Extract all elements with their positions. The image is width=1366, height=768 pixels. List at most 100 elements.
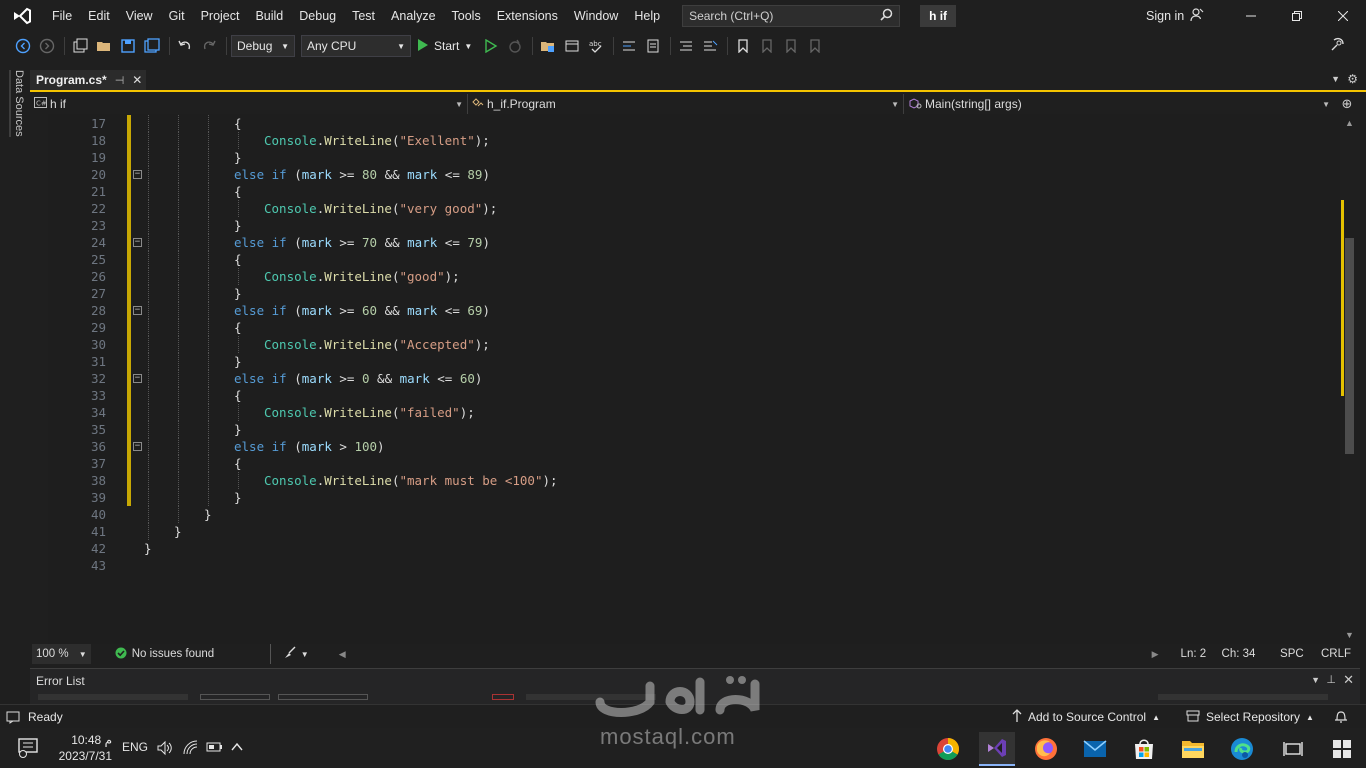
code-cleanup-button[interactable]: ▼ xyxy=(283,644,309,664)
data-sources-tab[interactable]: Data Sources xyxy=(9,70,25,137)
column-indicator[interactable]: Ch: 34 xyxy=(1222,644,1281,664)
panel-close-icon[interactable]: ✕ xyxy=(1343,672,1354,688)
previous-bookmark-icon[interactable] xyxy=(756,35,778,57)
panel-pin-icon[interactable]: ⊥ xyxy=(1326,673,1336,686)
solution-name-badge[interactable]: h if xyxy=(920,5,957,27)
new-project-icon[interactable] xyxy=(69,35,91,57)
menu-debug[interactable]: Debug xyxy=(291,0,344,32)
code-line[interactable]: 23} xyxy=(30,217,1340,234)
mail-app-icon[interactable] xyxy=(1077,732,1113,766)
code-line[interactable]: 26 Console.WriteLine("good"); xyxy=(30,268,1340,285)
start-without-debugging-icon[interactable] xyxy=(480,35,502,57)
window-layout-icon[interactable] xyxy=(561,35,583,57)
menu-edit[interactable]: Edit xyxy=(80,0,118,32)
messages-filter-button[interactable] xyxy=(492,694,514,700)
notifications-bell-icon[interactable] xyxy=(1334,710,1348,727)
whitespace-indicator[interactable]: SPC xyxy=(1280,644,1321,664)
code-line[interactable]: 38 Console.WriteLine("mark must be <100")… xyxy=(30,472,1340,489)
line-ending-indicator[interactable]: CRLF xyxy=(1321,644,1360,664)
build-intellisense-filter[interactable] xyxy=(526,694,656,700)
code-line[interactable]: 17 { xyxy=(30,115,1340,132)
next-bookmark-icon[interactable] xyxy=(780,35,802,57)
code-line[interactable]: 41} xyxy=(30,523,1340,540)
code-line[interactable]: 20− else if (mark >= 80 && mark <= 89) xyxy=(30,166,1340,183)
menu-tools[interactable]: Tools xyxy=(444,0,489,32)
code-line[interactable]: 30 Console.WriteLine("Accepted"); xyxy=(30,336,1340,353)
bookmark-icon[interactable] xyxy=(732,35,754,57)
code-line[interactable]: 35} xyxy=(30,421,1340,438)
solution-explorer-icon[interactable] xyxy=(537,35,559,57)
code-line[interactable]: 28− else if (mark >= 60 && mark <= 69) xyxy=(30,302,1340,319)
close-tab-icon[interactable]: ✕ xyxy=(132,73,142,87)
step-into-icon[interactable] xyxy=(618,35,640,57)
platform-select[interactable]: Any CPU ▼ xyxy=(301,35,411,57)
live-share-icon[interactable] xyxy=(1330,36,1346,55)
code-line[interactable]: 18 Console.WriteLine("Exellent"); xyxy=(30,132,1340,149)
visual-studio-logo-icon[interactable] xyxy=(0,0,44,32)
battery-icon[interactable] xyxy=(206,741,224,756)
code-line[interactable]: 43 xyxy=(30,557,1340,574)
code-line[interactable]: 37 { xyxy=(30,455,1340,472)
spell-check-icon[interactable]: abc xyxy=(585,35,607,57)
code-editor[interactable]: 17{18 Console.WriteLine("Exellent"); 19} 20… xyxy=(30,114,1340,644)
code-line[interactable]: 29 { xyxy=(30,319,1340,336)
configuration-select[interactable]: Debug ▼ xyxy=(231,35,295,57)
start-debugging-button[interactable]: Start ▼ xyxy=(417,38,472,55)
open-file-icon[interactable] xyxy=(93,35,115,57)
menu-window[interactable]: Window xyxy=(566,0,626,32)
panel-menu-dropdown-icon[interactable]: ▼ xyxy=(1311,675,1320,685)
menu-build[interactable]: Build xyxy=(247,0,291,32)
code-line[interactable]: 21 { xyxy=(30,183,1340,200)
search-error-list-input[interactable] xyxy=(1158,694,1328,700)
code-line[interactable]: 19} xyxy=(30,149,1340,166)
line-number-indicator[interactable]: Ln: 2 xyxy=(1181,644,1222,664)
code-line[interactable]: 39} xyxy=(30,489,1340,506)
navigate-forward-icon[interactable] xyxy=(36,35,58,57)
menu-git[interactable]: Git xyxy=(161,0,193,32)
pin-icon[interactable]: ⊣ xyxy=(115,74,125,87)
hot-reload-icon[interactable] xyxy=(504,35,526,57)
uncomment-lines-icon[interactable] xyxy=(699,35,721,57)
menu-extensions[interactable]: Extensions xyxy=(489,0,566,32)
split-window-icon[interactable]: ⊕ xyxy=(1334,94,1360,114)
code-line[interactable]: 32− else if (mark >= 0 && mark <= 60) xyxy=(30,370,1340,387)
search-input[interactable]: Search (Ctrl+Q) xyxy=(682,5,901,27)
comment-lines-icon[interactable] xyxy=(675,35,697,57)
network-icon[interactable] xyxy=(183,740,199,759)
menu-help[interactable]: Help xyxy=(626,0,668,32)
code-line[interactable]: 42} xyxy=(30,540,1340,557)
edge-app-icon[interactable] xyxy=(1224,732,1260,766)
error-list-title[interactable]: Error List xyxy=(36,674,85,688)
code-line[interactable]: 27} xyxy=(30,285,1340,302)
code-line[interactable]: 31} xyxy=(30,353,1340,370)
notifications-center-icon[interactable] xyxy=(18,738,40,761)
tab-program-cs[interactable]: Program.cs* ⊣ ✕ xyxy=(30,70,146,90)
close-window-button[interactable] xyxy=(1320,0,1366,32)
collapse-region-icon[interactable]: − xyxy=(133,306,142,315)
code-line[interactable]: 34 Console.WriteLine("failed"); xyxy=(30,404,1340,421)
code-line[interactable]: 22 Console.WriteLine("very good"); xyxy=(30,200,1340,217)
task-view-icon[interactable] xyxy=(1275,732,1311,766)
scrollbar-thumb[interactable] xyxy=(1345,238,1354,454)
microsoft-store-app-icon[interactable] xyxy=(1126,732,1162,766)
scroll-up-icon[interactable]: ▲ xyxy=(1345,118,1354,128)
menu-test[interactable]: Test xyxy=(344,0,383,32)
undo-icon[interactable] xyxy=(174,35,196,57)
tab-list-dropdown-icon[interactable]: ▼ xyxy=(1331,74,1340,84)
collapse-region-icon[interactable]: − xyxy=(133,238,142,247)
restore-button[interactable] xyxy=(1274,0,1320,32)
show-hidden-icons-chevron-icon[interactable] xyxy=(231,741,243,755)
collapse-region-icon[interactable]: − xyxy=(133,374,142,383)
project-dropdown[interactable]: C# h if ▼ xyxy=(30,94,468,114)
collapse-region-icon[interactable]: − xyxy=(133,442,142,451)
code-line[interactable]: 25 { xyxy=(30,251,1340,268)
scroll-down-icon[interactable]: ▼ xyxy=(1345,630,1354,640)
error-list-scope-filter[interactable] xyxy=(38,694,188,700)
code-line[interactable]: 33 { xyxy=(30,387,1340,404)
code-line[interactable]: 40} xyxy=(30,506,1340,523)
add-to-source-control-button[interactable]: Add to Source Control ▲ xyxy=(1012,705,1160,729)
warnings-filter-button[interactable] xyxy=(278,694,368,700)
menu-file[interactable]: File xyxy=(44,0,80,32)
windows-start-button[interactable] xyxy=(1324,732,1360,766)
code-line[interactable]: 36 − else if (mark > 100) xyxy=(30,438,1340,455)
